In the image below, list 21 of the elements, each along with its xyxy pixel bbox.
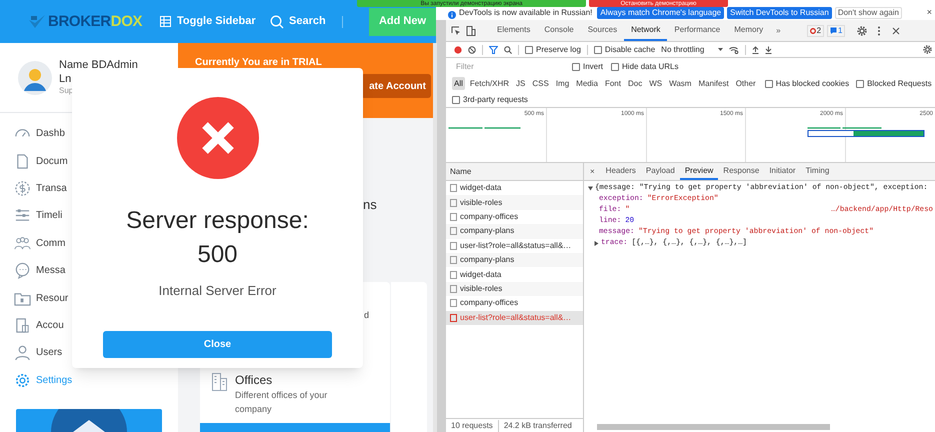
transferred-size: 24.2 kB transferred: [502, 420, 573, 432]
checkbox-label: Invert: [583, 60, 604, 72]
card-text: d: [364, 309, 369, 322]
checkbox-label: Hide data URLs: [622, 60, 678, 72]
card-description: Different offices of your company: [235, 388, 328, 416]
error-message: Internal Server Error: [158, 282, 276, 300]
trial-text: Currently You are in TRIAL: [195, 56, 323, 70]
profile-text: Ln: [59, 72, 72, 86]
checkbox-label: Preserve log: [536, 44, 581, 56]
request-count: 10 requests: [446, 420, 499, 432]
checkbox-label: Disable cache: [604, 44, 656, 56]
logo-text: BROKERDOX: [48, 14, 142, 29]
profile-name: Name BDAdmin: [59, 58, 138, 72]
infobar-message: DevTools is now available in Russian!: [459, 7, 592, 19]
card-title: Offices: [235, 372, 274, 388]
section-title: ns: [362, 196, 378, 214]
checkbox-label: 3rd-party requests: [463, 94, 528, 106]
dialog-title: Server response:: [126, 209, 309, 233]
checkbox-label: Has blocked cookies: [776, 78, 850, 90]
checkbox-label: Blocked Requests: [867, 78, 932, 90]
error-code: 500: [197, 243, 238, 267]
